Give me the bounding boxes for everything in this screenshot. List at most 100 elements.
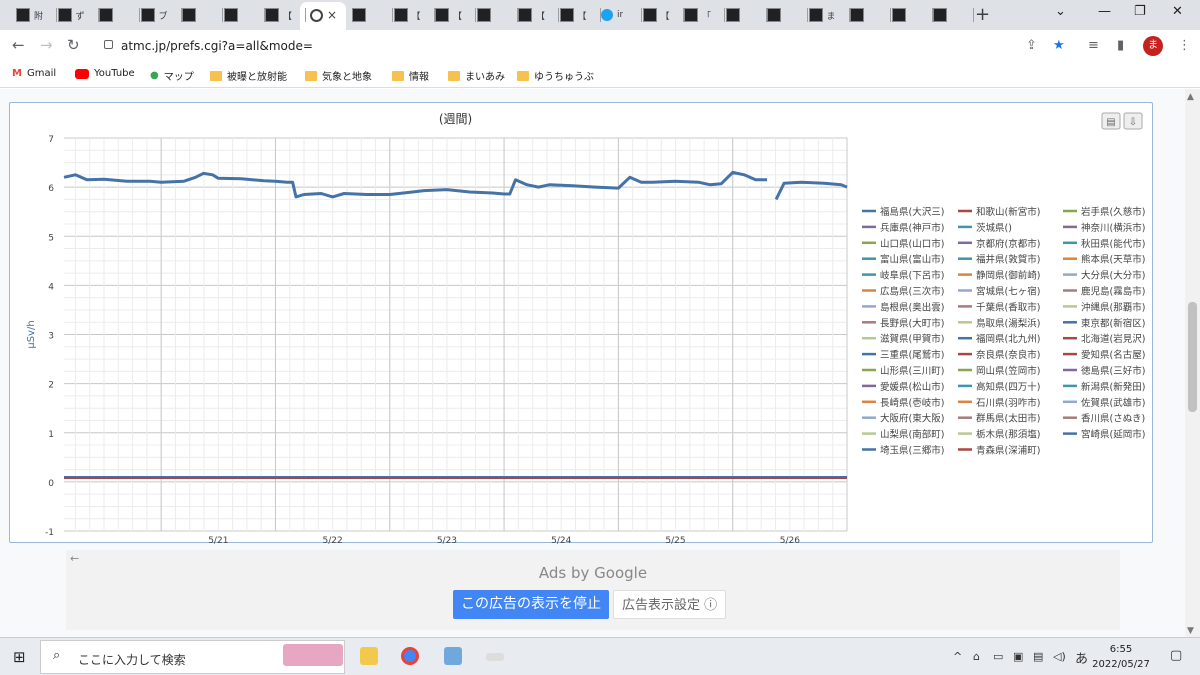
legend-item[interactable]: 沖縄県(那覇市) — [1081, 301, 1145, 313]
tab[interactable] — [182, 4, 200, 26]
tab[interactable]: ず — [57, 4, 85, 26]
tab-active[interactable]: × — [310, 4, 337, 26]
scroll-up-icon[interactable]: ▲ — [1187, 92, 1194, 102]
bookmark-2[interactable]: ● マップ — [150, 68, 194, 83]
tab[interactable] — [99, 4, 117, 26]
legend-item[interactable]: 群馬県(太田市) — [976, 413, 1040, 425]
lock-icon[interactable] — [104, 40, 113, 49]
tab[interactable] — [352, 4, 370, 26]
reading-list-icon[interactable]: ≡ — [1088, 38, 1099, 53]
legend-item[interactable]: 埼玉県(三郷市) — [880, 445, 944, 457]
tab[interactable] — [767, 4, 785, 26]
bookmark-3[interactable]: 被曝と放射能 — [210, 68, 287, 83]
bookmark-5[interactable]: 情報 — [392, 68, 429, 83]
back-icon[interactable]: ← — [12, 36, 25, 54]
legend-item[interactable]: 兵庫県(神戸市) — [880, 222, 944, 234]
display-icon[interactable]: ▣ — [1013, 650, 1023, 663]
clock[interactable]: 6:55 2022/05/27 — [1092, 642, 1150, 672]
close-window-button[interactable]: ✕ — [1172, 4, 1183, 19]
legend-item[interactable]: 秋田県(能代市) — [1081, 238, 1145, 250]
tray-expand-icon[interactable]: ^ — [953, 650, 962, 663]
legend-item[interactable]: 青森県(深浦町) — [976, 445, 1040, 457]
side-panel-icon[interactable]: ▮ — [1117, 38, 1124, 53]
tab[interactable]: 【 — [393, 4, 421, 26]
tab[interactable] — [891, 4, 910, 26]
legend-item[interactable]: 広島県(三次市) — [880, 286, 944, 298]
legend-item[interactable]: 茨城県() — [976, 222, 1012, 234]
legend-item[interactable]: 神奈川(横浜市) — [1081, 222, 1145, 234]
new-tab-button[interactable]: + — [975, 4, 990, 25]
profile-avatar[interactable]: ま — [1143, 36, 1163, 56]
legend-item[interactable]: 熊本県(天草市) — [1081, 254, 1145, 266]
tab[interactable] — [933, 4, 951, 26]
search-highlight-icon[interactable] — [283, 644, 343, 666]
legend-item[interactable]: 奈良県(奈良市) — [976, 349, 1040, 361]
app-icon[interactable] — [444, 647, 462, 665]
legend-item[interactable]: 和歌山(新宮市) — [976, 206, 1040, 218]
tab[interactable] — [223, 4, 242, 26]
menu-icon[interactable]: ⋮ — [1178, 38, 1191, 53]
taskbar-search-placeholder[interactable]: ここに入力して検索 — [78, 651, 186, 668]
tab[interactable]: 【 — [642, 4, 670, 26]
bookmark-6[interactable]: まいあみ — [448, 68, 505, 83]
legend-item[interactable]: 北海道(岩見沢) — [1081, 333, 1145, 345]
legend-item[interactable]: 京都府(京都市) — [976, 238, 1040, 250]
legend-item[interactable]: 佐賀県(武雄市) — [1081, 397, 1145, 409]
tab[interactable]: 【 — [559, 4, 587, 26]
chrome-icon[interactable] — [401, 647, 419, 665]
windows-start-icon[interactable]: ⊞ — [13, 648, 26, 666]
legend-item[interactable]: 静岡県(御前崎) — [976, 270, 1040, 282]
tray-app-icon[interactable]: ▤ — [1033, 650, 1043, 663]
legend-item[interactable]: 愛媛県(松山市) — [880, 381, 944, 393]
legend-item[interactable]: 宮城県(七ヶ宿) — [976, 286, 1040, 298]
battery-icon[interactable]: ▭ — [993, 650, 1003, 663]
tab-search-icon[interactable]: ⌄ — [1055, 4, 1066, 19]
legend-item[interactable]: 福岡県(北九州) — [976, 333, 1040, 345]
legend-item[interactable]: 石川県(羽咋市) — [976, 397, 1040, 409]
legend-item[interactable]: 山口県(山口市) — [880, 238, 944, 250]
scrollbar-thumb[interactable] — [1188, 302, 1197, 412]
stop-ad-button[interactable]: この広告の表示を停止 — [453, 590, 609, 619]
minimize-button[interactable]: — — [1098, 4, 1111, 19]
legend-item[interactable]: 栃木県(那須塩) — [976, 429, 1040, 441]
bookmark-0[interactable]: M Gmail — [12, 68, 56, 79]
legend-item[interactable]: 長崎県(壱岐市) — [880, 397, 944, 409]
legend-item[interactable]: 東京都(新宿区) — [1081, 317, 1145, 329]
tab[interactable] — [476, 4, 495, 26]
volume-icon[interactable]: ◁) — [1053, 650, 1066, 663]
reload-icon[interactable]: ↻ — [67, 36, 80, 54]
tab[interactable]: 【 — [435, 4, 462, 26]
legend-item[interactable]: 鳥取県(湯梨浜) — [976, 317, 1040, 329]
app-icon-2[interactable] — [486, 653, 504, 661]
legend-item[interactable]: 鹿児島(霧島市) — [1081, 286, 1145, 298]
scroll-down-icon[interactable]: ▼ — [1187, 626, 1194, 636]
legend-item[interactable]: 大分県(大分市) — [1081, 270, 1145, 282]
legend-item[interactable]: 岐阜県(下呂市) — [880, 270, 944, 282]
tab[interactable]: ir — [601, 4, 623, 26]
legend-item[interactable]: 千葉県(香取市) — [976, 301, 1040, 313]
network-icon[interactable]: ⌂ — [973, 650, 980, 663]
legend-item[interactable]: 宮崎県(延岡市) — [1081, 429, 1145, 441]
tab[interactable] — [725, 4, 744, 26]
share-icon[interactable]: ⇪ — [1026, 38, 1037, 53]
ime-indicator[interactable]: あ — [1075, 648, 1088, 667]
legend-item[interactable]: 福井県(敦賀市) — [976, 254, 1040, 266]
legend-item[interactable]: 長野県(大町市) — [880, 317, 944, 329]
forward-icon[interactable]: → — [40, 36, 53, 54]
legend-item[interactable]: 山形県(三川町) — [880, 365, 944, 377]
legend-item[interactable]: 山梨県(南部町) — [880, 429, 944, 441]
legend-item[interactable]: 徳島県(三好市) — [1081, 365, 1145, 377]
legend-item[interactable]: 福島県(大沢三) — [880, 206, 944, 218]
file-explorer-icon[interactable] — [360, 647, 378, 665]
ad-settings-button[interactable]: 広告表示設定 ⓘ — [613, 590, 727, 619]
tab[interactable] — [850, 4, 868, 26]
legend-item[interactable]: 新潟県(新発田) — [1081, 381, 1145, 393]
legend-item[interactable]: 高知県(四万十) — [976, 381, 1040, 393]
legend-item[interactable]: 大阪府(東大阪) — [880, 413, 944, 425]
tab[interactable]: 【 — [265, 4, 292, 26]
legend-item[interactable]: 三重県(尾鷲市) — [880, 349, 944, 361]
bookmark-star-icon[interactable]: ★ — [1053, 38, 1065, 53]
legend-item[interactable]: 愛知県(名古屋) — [1081, 349, 1145, 361]
address-bar[interactable]: atmc.jp/prefs.cgi?a=all&mode= — [121, 39, 313, 53]
legend-item[interactable]: 岩手県(久慈市) — [1081, 206, 1145, 218]
